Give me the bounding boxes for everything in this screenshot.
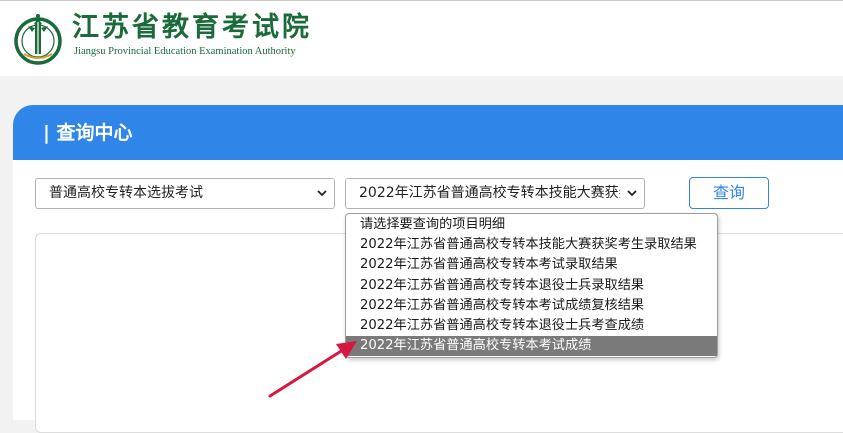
site-header: 江苏省教育考试院 Jiangsu Provincial Education Ex… [0,1,843,76]
dropdown-option[interactable]: 2022年江苏省普通高校专转本考试成绩复核结果 [346,296,717,316]
query-button[interactable]: 查询 [689,177,769,209]
query-center-header: | 查询中心 [13,105,843,160]
dropdown-option[interactable]: 2022年江苏省普通高校专转本退役士兵考查成绩 [346,316,717,336]
query-center-title: | 查询中心 [43,122,133,144]
dropdown-option-highlighted[interactable]: 2022年江苏省普通高校专转本考试成绩 [346,336,717,357]
chevron-down-icon [317,190,327,197]
query-item-selected-value: 2022年江苏省普通高校专转本技能大赛获奖考生录取结果 [359,185,620,201]
dropdown-option[interactable]: 2022年江苏省普通高校专转本技能大赛获奖考生录取结果 [346,235,717,255]
site-logo-subtitle: Jiangsu Provincial Education Examination… [74,46,296,57]
annotation-arrow-icon [268,341,357,398]
chevron-down-icon [627,190,637,197]
exam-type-select[interactable]: 普通高校专转本选拔考试 [35,178,335,209]
query-item-select[interactable]: 2022年江苏省普通高校专转本技能大赛获奖考生录取结果 [345,178,645,209]
site-logo-title: 江苏省教育考试院 [72,12,312,43]
dropdown-option[interactable]: 请选择要查询的项目明细 [346,215,717,235]
dropdown-option[interactable]: 2022年江苏省普通高校专转本考试录取结果 [346,255,717,275]
provincial-emblem-icon [14,14,62,65]
query-item-dropdown-list[interactable]: 请选择要查询的项目明细 2022年江苏省普通高校专转本技能大赛获奖考生录取结果 20… [345,213,718,359]
dropdown-option[interactable]: 2022年江苏省普通高校专转本退役士兵录取结果 [346,276,717,296]
exam-type-selected-value: 普通高校专转本选拔考试 [49,185,203,201]
